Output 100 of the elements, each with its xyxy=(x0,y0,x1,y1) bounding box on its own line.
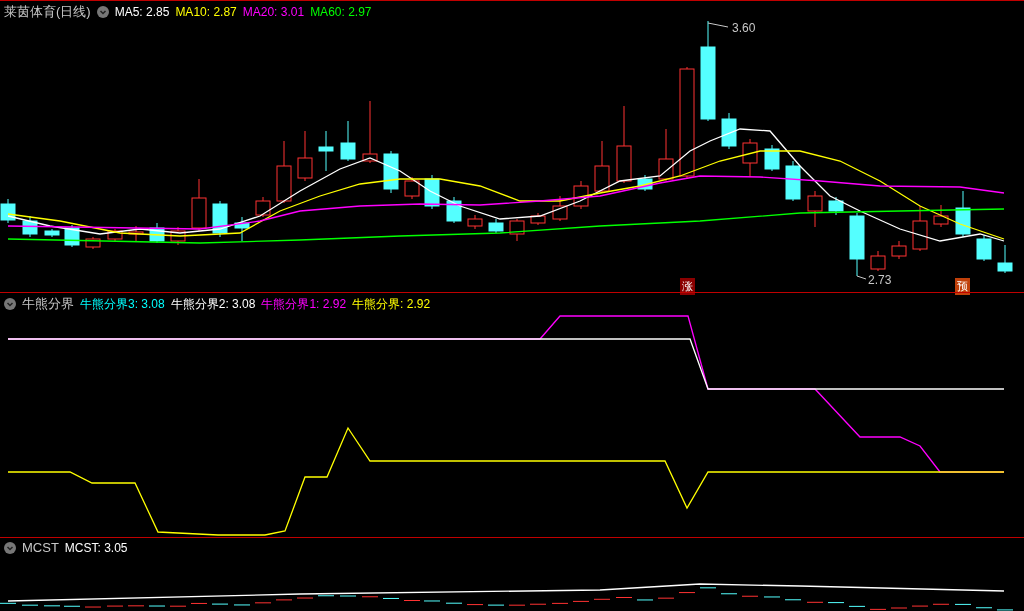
candlestick xyxy=(128,225,144,242)
cost-tick xyxy=(911,605,929,607)
cost-tick xyxy=(43,605,61,607)
candlestick xyxy=(933,204,949,228)
candlestick xyxy=(234,216,250,242)
candlestick xyxy=(785,160,801,202)
cost-tick xyxy=(636,599,654,601)
dropdown-icon[interactable] xyxy=(96,6,109,18)
candlestick xyxy=(594,140,610,194)
candlestick xyxy=(362,100,378,164)
candlestick xyxy=(764,144,780,172)
cost-tick xyxy=(572,600,590,602)
cost-tick xyxy=(190,602,208,604)
cost-tick xyxy=(741,595,759,597)
candlestick xyxy=(297,130,313,182)
cost-tick xyxy=(148,605,166,607)
candlestick xyxy=(828,196,844,216)
cost-tick xyxy=(254,602,272,604)
legend-value: 牛熊分界3: 3.08 xyxy=(80,295,165,313)
cost-tick xyxy=(720,593,738,595)
indicator-title: 牛熊分界 xyxy=(22,295,74,313)
leader-line xyxy=(707,22,729,28)
cost-tick xyxy=(975,607,993,609)
candlestick xyxy=(170,226,186,246)
candlestick xyxy=(552,195,568,222)
cost-tick xyxy=(657,597,675,599)
cost-tick xyxy=(529,603,547,605)
candlestick xyxy=(530,212,546,226)
indicator-title: MCST xyxy=(22,540,59,555)
candlestick xyxy=(807,190,823,228)
legend-value: MA20: 3.01 xyxy=(242,5,305,19)
cost-tick xyxy=(169,605,187,607)
legend-value: MCST: 3.05 xyxy=(64,540,128,555)
cost-tick xyxy=(84,606,102,608)
cost-tick xyxy=(63,605,81,607)
cost-tick xyxy=(275,599,293,601)
candlestick xyxy=(0,198,16,224)
candlestick xyxy=(22,215,38,238)
cost-tick xyxy=(466,604,484,606)
cost-tick xyxy=(403,600,421,601)
legend-value: 牛熊分界2: 3.08 xyxy=(170,295,256,313)
legend-value: MA10: 2.87 xyxy=(175,5,237,19)
candlestick xyxy=(85,236,101,250)
candlestick xyxy=(212,200,228,238)
candlestick xyxy=(870,250,886,272)
candlestick xyxy=(976,234,992,262)
legend-value: MA60: 2.97 xyxy=(310,5,372,19)
cost-tick xyxy=(339,595,357,597)
candlestick xyxy=(637,174,653,192)
cost-tick xyxy=(551,602,569,604)
cost-tick xyxy=(848,605,866,607)
cost-tick xyxy=(869,608,887,610)
cost-tick xyxy=(699,587,717,589)
candlestick xyxy=(912,205,928,252)
candlestick xyxy=(997,244,1013,274)
cost-tick xyxy=(445,602,463,604)
cost-tick xyxy=(233,604,251,606)
dropdown-icon[interactable] xyxy=(4,298,16,310)
cost-tick xyxy=(827,602,845,604)
cost-tick xyxy=(423,600,441,602)
cost-tick xyxy=(784,599,802,601)
price-label: 2.73 xyxy=(868,273,892,287)
candlestick xyxy=(107,228,123,242)
cost-tick xyxy=(211,603,229,605)
candlestick xyxy=(467,214,483,230)
cost-tick xyxy=(317,595,335,597)
cost-tick xyxy=(763,596,781,598)
legend-value: 牛熊分界: 2.92 xyxy=(352,295,431,313)
candlestick xyxy=(44,228,60,238)
cost-tick xyxy=(296,597,314,599)
dropdown-icon[interactable] xyxy=(4,541,16,554)
cost-tick xyxy=(954,603,972,605)
candlestick xyxy=(955,190,971,238)
candlestick xyxy=(742,138,758,178)
candlestick xyxy=(658,128,674,182)
candlestick xyxy=(149,222,165,244)
candlestick xyxy=(721,112,737,150)
candlestick xyxy=(383,150,399,194)
candlestick xyxy=(488,218,504,234)
cost-tick xyxy=(932,603,950,605)
cost-tick xyxy=(21,604,39,606)
cost-tick xyxy=(996,609,1014,611)
candlestick xyxy=(404,176,420,200)
candlestick xyxy=(849,212,865,277)
cost-tick xyxy=(615,597,633,598)
cost-tick xyxy=(890,607,908,609)
cost-tick xyxy=(361,596,379,598)
legend-value: MA5: 2.85 xyxy=(114,5,170,19)
cost-tick xyxy=(487,604,505,606)
candlestick xyxy=(276,140,292,204)
cost-tick xyxy=(678,592,696,594)
candlestick xyxy=(891,240,907,260)
cost-tick xyxy=(593,598,611,600)
cost-tick xyxy=(106,605,124,607)
candlestick xyxy=(318,130,334,172)
candlestick xyxy=(509,218,525,242)
leader-line xyxy=(856,275,867,280)
chart-title: 莱茵体育(日线) xyxy=(4,3,91,21)
candlestick xyxy=(340,120,356,162)
cost-tick xyxy=(382,597,400,599)
